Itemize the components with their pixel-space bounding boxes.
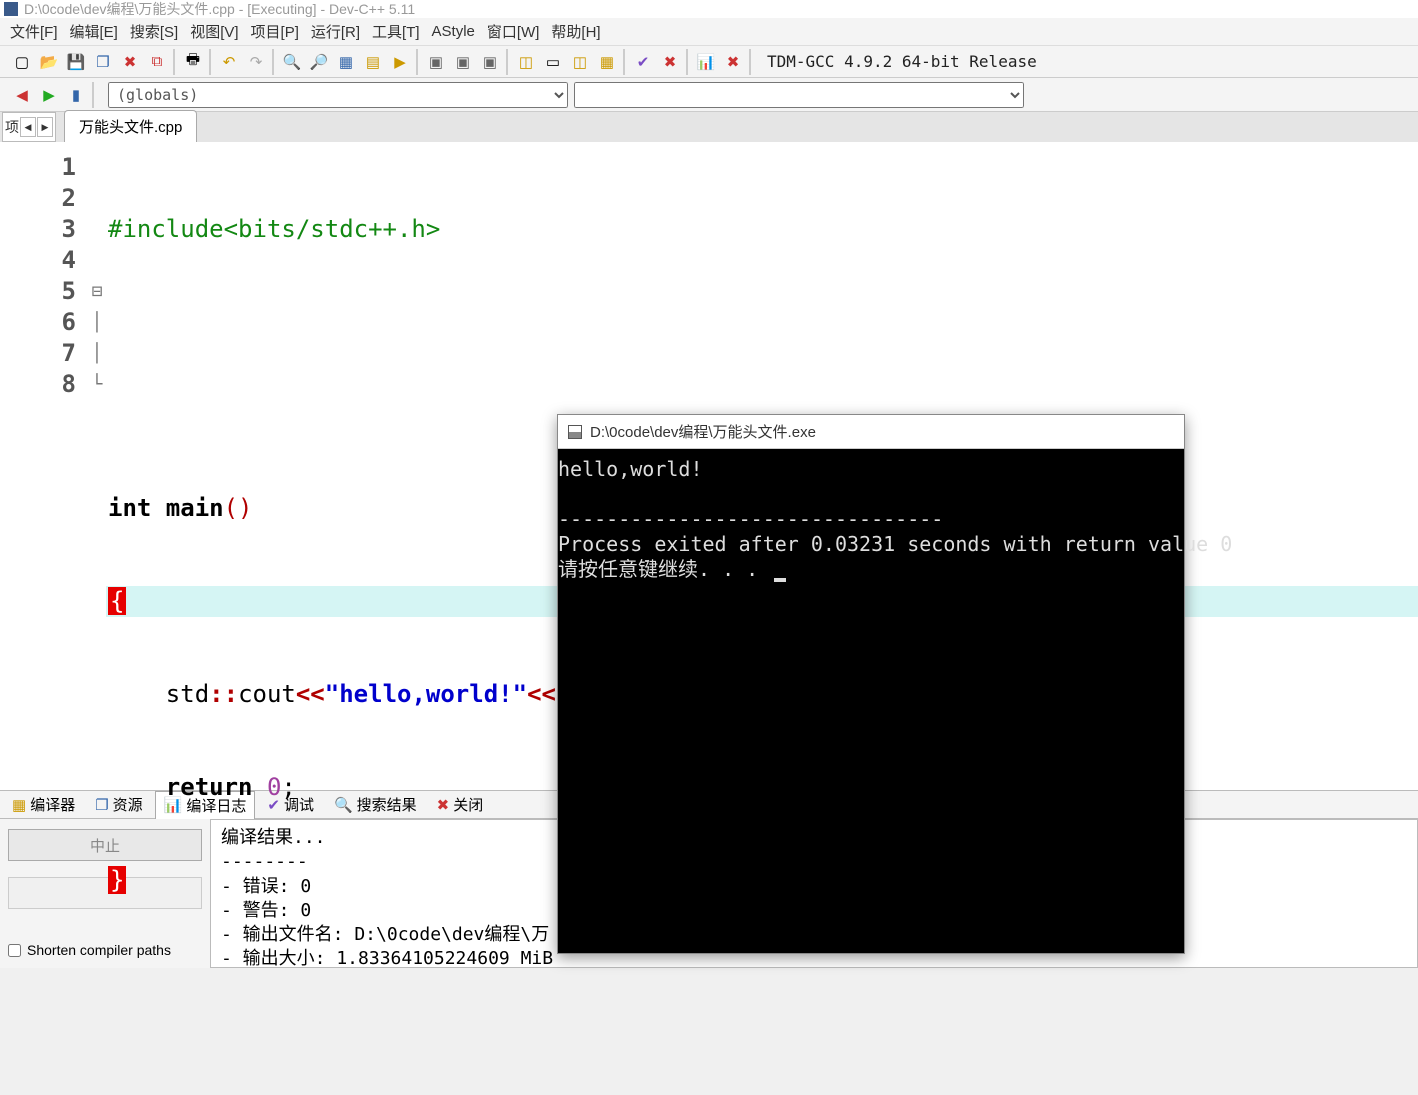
- console-output: hello,world! ---------------------------…: [558, 449, 1184, 582]
- nav-back-icon[interactable]: ◀: [10, 83, 34, 107]
- console-icon: [568, 425, 582, 439]
- app-icon: [4, 2, 18, 16]
- project-panel-handle[interactable]: 项 ◀ ▶: [2, 112, 56, 142]
- compile-run-icon[interactable]: ▣: [478, 50, 502, 74]
- close-icon[interactable]: ✖: [118, 50, 142, 74]
- debug-ok-icon[interactable]: ✔: [631, 50, 655, 74]
- redo-icon[interactable]: ↷: [244, 50, 268, 74]
- menu-view[interactable]: 视图[V]: [190, 21, 238, 42]
- profile-icon[interactable]: 📊: [694, 50, 718, 74]
- scope-globals-select[interactable]: (globals): [108, 82, 568, 108]
- next-icon[interactable]: ▶: [388, 50, 412, 74]
- menu-project[interactable]: 项目[P]: [251, 21, 299, 42]
- chevron-left-icon[interactable]: ◀: [20, 117, 36, 137]
- compiler-dropdown[interactable]: TDM-GCC 4.9.2 64-bit Release: [757, 52, 1047, 71]
- menu-window[interactable]: 窗口[W]: [487, 21, 540, 42]
- params-icon[interactable]: ◫: [568, 50, 592, 74]
- goto-icon[interactable]: ▦: [334, 50, 358, 74]
- file-tab-active[interactable]: 万能头文件.cpp: [64, 110, 197, 142]
- save-icon[interactable]: 💾: [64, 50, 88, 74]
- scope-member-select[interactable]: [574, 82, 1024, 108]
- menu-file[interactable]: 文件[F]: [10, 21, 58, 42]
- debug-stop-icon[interactable]: ✖: [658, 50, 682, 74]
- bookmark-icon[interactable]: ▤: [361, 50, 385, 74]
- open-file-icon[interactable]: 📂: [37, 50, 61, 74]
- fold-column: ⊟ │ │ └: [88, 142, 106, 790]
- console-titlebar[interactable]: D:\0code\dev编程\万能头文件.exe: [558, 415, 1184, 449]
- menu-help[interactable]: 帮助[H]: [551, 21, 600, 42]
- menu-edit[interactable]: 编辑[E]: [70, 21, 118, 42]
- syntax-icon[interactable]: ▭: [541, 50, 565, 74]
- run-icon[interactable]: ▣: [451, 50, 475, 74]
- menu-astyle[interactable]: AStyle: [432, 23, 475, 40]
- new-file-icon[interactable]: ▢: [10, 50, 34, 74]
- compile-icon[interactable]: ▣: [424, 50, 448, 74]
- tab-strip: 项 ◀ ▶ 万能头文件.cpp: [0, 112, 1418, 142]
- save-all-icon[interactable]: ❐: [91, 50, 115, 74]
- menubar: 文件[F] 编辑[E] 搜索[S] 视图[V] 项目[P] 运行[R] 工具[T…: [0, 18, 1418, 46]
- window-title: D:\0code\dev编程\万能头文件.cpp - [Executing] -…: [24, 0, 415, 19]
- toolbar-main: ▢ 📂 💾 ❐ ✖ ⧉ 🖶 ↶ ↷ 🔍 🔎 ▦ ▤ ▶ ▣ ▣ ▣ ◫ ▭ ◫ …: [0, 46, 1418, 78]
- close-all-icon[interactable]: ⧉: [145, 50, 169, 74]
- clean-icon[interactable]: ▦: [595, 50, 619, 74]
- nav-list-icon[interactable]: ▮: [64, 83, 88, 107]
- nav-fwd-icon[interactable]: ▶: [37, 83, 61, 107]
- window-titlebar: D:\0code\dev编程\万能头文件.cpp - [Executing] -…: [0, 0, 1418, 18]
- rebuild-icon[interactable]: ◫: [514, 50, 538, 74]
- line-gutter: 1 2 3 4 5 6 7 8: [0, 142, 88, 790]
- undo-icon[interactable]: ↶: [217, 50, 241, 74]
- profile-x-icon[interactable]: ✖: [721, 50, 745, 74]
- menu-tools[interactable]: 工具[T]: [372, 21, 420, 42]
- replace-icon[interactable]: 🔎: [307, 50, 331, 74]
- tab-compiler[interactable]: ▦编译器: [4, 791, 83, 818]
- print-icon[interactable]: 🖶: [181, 50, 205, 74]
- grid-icon: ▦: [12, 796, 26, 814]
- find-icon[interactable]: 🔍: [280, 50, 304, 74]
- console-window[interactable]: D:\0code\dev编程\万能头文件.exe hello,world! --…: [557, 414, 1185, 954]
- toolbar-scope: ◀ ▶ ▮ (globals): [0, 78, 1418, 112]
- menu-search[interactable]: 搜索[S]: [130, 21, 178, 42]
- shorten-paths-check[interactable]: [8, 944, 21, 957]
- cursor-icon: [774, 578, 786, 582]
- console-title-text: D:\0code\dev编程\万能头文件.exe: [590, 421, 816, 442]
- fold-toggle-icon[interactable]: ⊟: [88, 276, 106, 307]
- chevron-right-icon[interactable]: ▶: [37, 117, 53, 137]
- menu-run[interactable]: 运行[R]: [311, 21, 360, 42]
